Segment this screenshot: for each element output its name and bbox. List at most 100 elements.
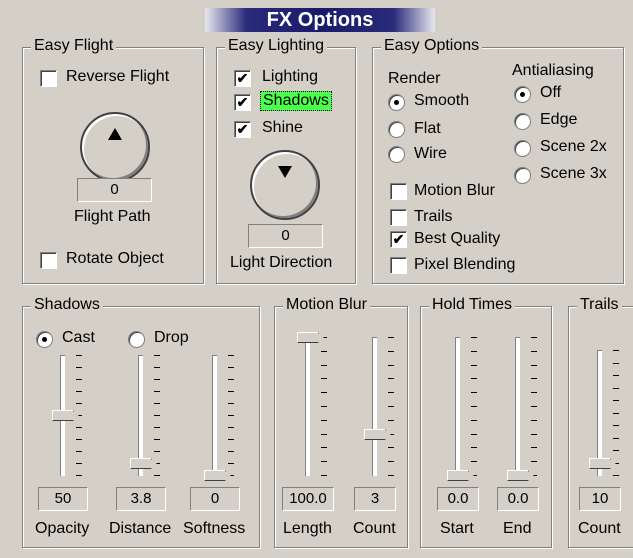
slider-ticks <box>531 337 537 476</box>
slider-ticks <box>228 355 234 476</box>
slider-label: Count <box>578 520 621 537</box>
reverse-flight-label[interactable]: Reverse Flight <box>66 68 169 86</box>
easy-options-label: Easy Options <box>381 37 483 55</box>
shine-label[interactable]: Shine <box>262 119 303 137</box>
reverse-flight-checkbox[interactable] <box>40 70 57 87</box>
render-flat-label[interactable]: Flat <box>414 120 441 138</box>
slider-value[interactable]: 0.0 <box>437 487 479 511</box>
flight-path-value[interactable]: 0 <box>77 178 152 202</box>
slider-tick <box>228 403 234 404</box>
slider-tick <box>228 367 234 368</box>
render-flat-radio[interactable] <box>388 121 405 138</box>
slider-value[interactable]: 100.0 <box>282 487 334 511</box>
slider-track[interactable] <box>455 337 460 476</box>
slider-tick <box>321 461 327 462</box>
motion-blur-label[interactable]: Motion Blur <box>414 182 495 200</box>
slider-thumb[interactable] <box>507 470 534 481</box>
slider-value[interactable]: 0.0 <box>497 487 539 511</box>
slider-thumb[interactable] <box>297 332 324 343</box>
pixel-blending-checkbox[interactable] <box>390 257 407 274</box>
light-direction-dial[interactable] <box>250 150 320 220</box>
trails-label[interactable]: Trails <box>414 208 453 226</box>
slider-tick <box>388 378 394 379</box>
slider-tick <box>76 451 82 452</box>
shadow-cast-radio[interactable] <box>36 331 53 348</box>
render-wire-radio[interactable] <box>388 146 405 163</box>
aa-edge-radio[interactable] <box>514 113 531 130</box>
easy-flight-label: Easy Flight <box>31 37 117 55</box>
lighting-checkbox[interactable]: ✔ <box>234 70 251 87</box>
slider-thumb[interactable] <box>364 429 391 440</box>
shadows-checkbox[interactable]: ✔ <box>234 94 251 111</box>
motion-blur-checkbox[interactable] <box>390 183 407 200</box>
shadows-group-label: Shadows <box>31 296 103 314</box>
aa-scene2x-label[interactable]: Scene 2x <box>540 138 607 156</box>
slider-track[interactable] <box>372 337 377 476</box>
slider-tick <box>388 392 394 393</box>
shadows-label[interactable]: Shadows <box>260 91 332 111</box>
rotate-object-label[interactable]: Rotate Object <box>66 250 164 268</box>
light-direction-label: Light Direction <box>230 254 333 271</box>
slider-tick <box>531 337 537 338</box>
aa-off-radio[interactable] <box>514 86 531 103</box>
aa-scene3x-radio[interactable] <box>514 167 531 184</box>
slider-value[interactable]: 0 <box>190 487 240 511</box>
slider-tick <box>531 434 537 435</box>
slider-tick <box>154 403 160 404</box>
slider-label: Count <box>353 520 396 537</box>
slider-value[interactable]: 3.8 <box>116 487 166 511</box>
slider-tick <box>76 379 82 380</box>
slider-tick <box>388 420 394 421</box>
slider-tick <box>471 434 477 435</box>
slider-tick <box>76 403 82 404</box>
shadow-drop-radio[interactable] <box>128 331 145 348</box>
trails-checkbox[interactable] <box>390 209 407 226</box>
slider-ticks <box>613 350 619 476</box>
slider-value[interactable]: 50 <box>38 487 88 511</box>
slider-tick <box>471 378 477 379</box>
best-quality-checkbox[interactable]: ✔ <box>390 231 407 248</box>
slider-track[interactable] <box>212 355 217 476</box>
shadow-drop-label[interactable]: Drop <box>154 329 189 347</box>
slider-thumb[interactable] <box>130 458 157 469</box>
slider-tick <box>154 367 160 368</box>
aa-scene2x-radio[interactable] <box>514 140 531 157</box>
slider-value[interactable]: 10 <box>579 487 621 511</box>
slider-tick <box>613 450 619 451</box>
slider-track[interactable] <box>515 337 520 476</box>
slider-thumb[interactable] <box>447 470 474 481</box>
pixel-blending-label[interactable]: Pixel Blending <box>414 256 515 274</box>
best-quality-label[interactable]: Best Quality <box>414 230 500 248</box>
slider-tick <box>531 406 537 407</box>
slider-tick <box>76 355 82 356</box>
slider-tick <box>321 406 327 407</box>
slider-thumb[interactable] <box>52 410 79 421</box>
shadow-cast-label[interactable]: Cast <box>62 329 95 347</box>
aa-edge-label[interactable]: Edge <box>540 111 577 129</box>
slider-tick <box>154 475 160 476</box>
slider-tick <box>388 337 394 338</box>
slider-tick <box>388 365 394 366</box>
slider-thumb[interactable] <box>204 470 231 481</box>
slider-tick <box>76 367 82 368</box>
slider-value[interactable]: 3 <box>354 487 396 511</box>
render-smooth-radio[interactable] <box>388 94 405 111</box>
render-smooth-label[interactable]: Smooth <box>414 92 469 110</box>
slider-label: Softness <box>183 520 246 537</box>
motion-blur-group-label: Motion Blur <box>283 296 370 314</box>
slider-track[interactable] <box>305 337 310 476</box>
easy-lighting-label: Easy Lighting <box>225 37 328 55</box>
rotate-object-checkbox[interactable] <box>40 252 57 269</box>
slider-tick <box>321 447 327 448</box>
aa-scene3x-label[interactable]: Scene 3x <box>540 165 607 183</box>
shine-checkbox[interactable]: ✔ <box>234 121 251 138</box>
render-wire-label[interactable]: Wire <box>414 145 447 163</box>
slider-thumb[interactable] <box>589 458 616 469</box>
slider-tick <box>388 475 394 476</box>
slider-tick <box>154 427 160 428</box>
flight-path-dial[interactable] <box>80 112 150 182</box>
lighting-label[interactable]: Lighting <box>262 68 318 86</box>
aa-off-label[interactable]: Off <box>540 84 561 102</box>
slider-tick <box>471 351 477 352</box>
light-direction-value[interactable]: 0 <box>248 224 323 248</box>
